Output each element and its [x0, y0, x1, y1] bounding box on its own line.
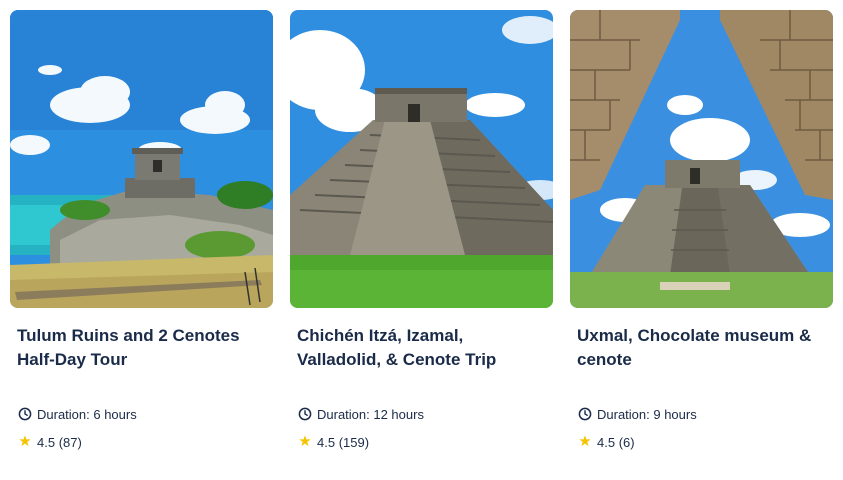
review-count: (6): [618, 434, 635, 450]
clock-icon: [577, 406, 593, 422]
tour-photo-tulum[interactable]: [10, 10, 273, 308]
tour-title[interactable]: Tulum Ruins and 2 Cenotes Half-Day Tour: [10, 324, 273, 372]
tour-duration: Duration: 9 hours: [577, 406, 697, 422]
tulum-ruins-image: [10, 10, 273, 308]
rating-value: 4.5: [597, 434, 616, 450]
tour-title[interactable]: Chichén Itzá, Izamal, Valladolid, & Ceno…: [290, 324, 553, 372]
rating-value: 4.5: [37, 434, 56, 450]
tour-duration: Duration: 12 hours: [297, 406, 424, 422]
clock-icon: [17, 406, 33, 422]
star-icon: ★: [18, 433, 32, 450]
tour-rating: ★ 4.5 (159): [297, 434, 369, 450]
review-count: (87): [58, 434, 82, 450]
review-count: (159): [338, 434, 370, 450]
clock-icon: [297, 406, 313, 422]
duration-text: Duration: 12 hours: [317, 406, 424, 422]
tour-photo-uxmal[interactable]: [570, 10, 833, 308]
star-icon: ★: [578, 433, 592, 450]
star-icon: ★: [298, 433, 312, 450]
tour-card-chichen-itza[interactable]: Chichén Itzá, Izamal, Valladolid, & Ceno…: [290, 10, 553, 472]
tour-title[interactable]: Uxmal, Chocolate museum & cenote: [570, 324, 833, 372]
tour-card-uxmal[interactable]: Uxmal, Chocolate museum & cenote Duratio…: [570, 10, 833, 472]
tour-duration: Duration: 6 hours: [17, 406, 137, 422]
duration-text: Duration: 9 hours: [597, 406, 697, 422]
tour-rating: ★ 4.5 (6): [577, 433, 635, 450]
tour-rating: ★ 4.5 (87): [17, 434, 82, 450]
rating-value: 4.5: [317, 434, 336, 450]
tour-photo-chichen-itza[interactable]: [290, 10, 553, 308]
tour-card-tulum[interactable]: Tulum Ruins and 2 Cenotes Half-Day Tour …: [10, 10, 273, 472]
chichen-itza-pyramid-image: [290, 10, 553, 308]
uxmal-arch-image: [570, 10, 833, 308]
duration-text: Duration: 6 hours: [37, 406, 137, 422]
